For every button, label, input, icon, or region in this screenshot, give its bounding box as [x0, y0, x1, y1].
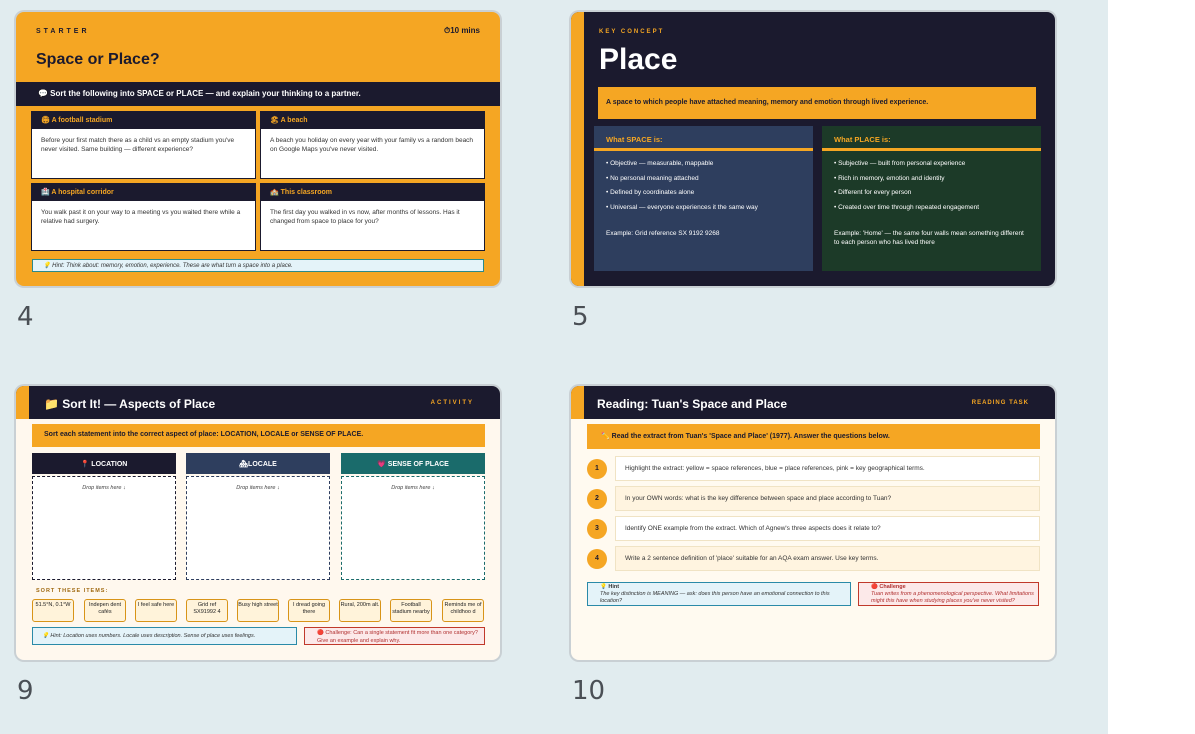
- card-body: The first day you walked in vs now, afte…: [270, 209, 460, 225]
- column-heading: What PLACE is:: [822, 126, 1041, 151]
- question-row: 1 Highlight the extract: yellow = space …: [587, 456, 1040, 481]
- list-item: • Rich in memory, emotion and identity: [834, 174, 945, 182]
- challenge-box: 🔴 Challenge: Can a single statement fit …: [304, 627, 485, 645]
- scenario-cards: 🏟 A football stadium Before your first m…: [31, 111, 485, 251]
- card-title: 🏖 A beach: [261, 112, 484, 129]
- slide-title: Place: [599, 43, 678, 76]
- bullet-list: • Subjective — built from personal exper…: [822, 151, 1041, 215]
- sort-item-chip[interactable]: I feel safe here: [135, 599, 177, 622]
- bin-heading: 📍 LOCATION: [32, 453, 176, 474]
- sort-item-chip[interactable]: I dread going there: [288, 599, 330, 622]
- example-text: Example: 'Home' — the same four walls me…: [834, 230, 1024, 246]
- card-title: 🏫 This classroom: [261, 184, 484, 201]
- place-column: What PLACE is: • Subjective — built from…: [822, 126, 1041, 271]
- timer-badge: ⏱10 mins: [443, 26, 480, 35]
- question-text: Write a 2 sentence definition of 'place'…: [615, 546, 1040, 571]
- sort-item-chip[interactable]: Reminds me of childhoo d: [442, 599, 484, 622]
- slide-title: Reading: Tuan's Space and Place: [597, 397, 788, 411]
- question-row: 4 Write a 2 sentence definition of 'plac…: [587, 546, 1040, 571]
- slide-thumbnail-10[interactable]: Reading: Tuan's Space and Place READING …: [571, 386, 1055, 660]
- slide-label: READING TASK: [971, 400, 1029, 406]
- accent-stripe: [571, 386, 584, 419]
- slide-number: 5: [572, 302, 589, 332]
- sort-item-chip[interactable]: Football stadium nearby: [390, 599, 432, 622]
- scenario-card: 🏟 A football stadium Before your first m…: [31, 111, 256, 179]
- drop-zone[interactable]: Drop items here ↓: [186, 476, 330, 580]
- sort-item-chip[interactable]: 51.5°N, 0.1°W: [32, 599, 74, 622]
- sort-item-chip[interactable]: Rural, 200m alt.: [339, 599, 381, 622]
- bin-heading: 🏘LOCALE: [186, 453, 330, 474]
- scenario-card: 🏥 A hospital corridor You walk past it o…: [31, 183, 256, 251]
- drop-zone[interactable]: Drop items here ↓: [341, 476, 485, 580]
- slide-label: ACTIVITY: [430, 400, 474, 406]
- list-item: • Subjective — built from personal exper…: [834, 160, 966, 167]
- instruction-banner: Sort each statement into the correct asp…: [32, 424, 485, 447]
- card-body: Before your first match there as a child…: [41, 137, 235, 153]
- list-item: • Created over time through repeated eng…: [834, 203, 980, 211]
- question-number: 3: [587, 519, 607, 539]
- accent-stripe: [571, 12, 584, 286]
- list-item: • Universal — everyone experiences it th…: [606, 203, 758, 211]
- card-title: 🏟 A football stadium: [32, 112, 255, 129]
- column-heading: What SPACE is:: [594, 126, 813, 151]
- accent-stripe: [16, 386, 29, 419]
- slide-label: STARTER: [36, 28, 90, 35]
- sort-item-chip[interactable]: Busy high street: [237, 599, 279, 622]
- slide-thumbnail-5[interactable]: KEY CONCEPT Place A space to which peopl…: [571, 12, 1055, 286]
- hint-label: 💡 Hint: [600, 584, 620, 590]
- challenge-box: 🔴 Challenge Tuan writes from a phenomeno…: [858, 582, 1039, 606]
- bullet-list: • Objective — measurable, mappable • No …: [594, 151, 813, 215]
- list-item: • No personal meaning attached: [606, 174, 699, 182]
- card-body: You walk past it on your way to a meetin…: [41, 209, 241, 225]
- question-number: 1: [587, 459, 607, 479]
- hint-box: 💡 Hint: Location uses numbers. Locale us…: [32, 627, 297, 645]
- bin-heading: 💗 SENSE OF PLACE: [341, 453, 485, 474]
- drop-bin-sense-of-place: 💗 SENSE OF PLACE Drop items here ↓: [341, 453, 485, 580]
- slide-number: 10: [572, 676, 606, 706]
- scenario-card: 🏖 A beach A beach you holiday on every y…: [260, 111, 485, 179]
- drop-zone[interactable]: Drop items here ↓: [32, 476, 176, 580]
- question-number: 2: [587, 489, 607, 509]
- slide-title: Space or Place?: [36, 51, 160, 68]
- challenge-text: Tuan writes from a phenomenological pers…: [871, 591, 1034, 604]
- slide-thumbnail-4[interactable]: STARTER ⏱10 mins Space or Place? 💬 Sort …: [16, 12, 500, 286]
- list-item: • Defined by coordinates alone: [606, 189, 695, 196]
- question-row: 3 Identify ONE example from the extract.…: [587, 516, 1040, 541]
- card-title: 🏥 A hospital corridor: [32, 184, 255, 201]
- card-body: A beach you holiday on every year with y…: [270, 137, 474, 153]
- slide-number: 4: [17, 302, 34, 332]
- definition-box: A space to which people have attached me…: [598, 87, 1036, 119]
- challenge-label: 🔴 Challenge: [871, 584, 906, 590]
- space-column: What SPACE is: • Objective — measurable,…: [594, 126, 813, 271]
- sort-item-chip[interactable]: Indepen dent cafés: [84, 599, 126, 622]
- drop-bin-location: 📍 LOCATION Drop items here ↓: [32, 453, 176, 580]
- question-number: 4: [587, 549, 607, 569]
- sort-item-chip[interactable]: Grid ref SX91992 4: [186, 599, 228, 622]
- items-label: SORT THESE ITEMS:: [36, 588, 109, 594]
- slide-label: KEY CONCEPT: [599, 29, 665, 35]
- question-text: In your OWN words: what is the key diffe…: [615, 486, 1040, 511]
- example-text: Example: Grid reference SX 9192 9268: [606, 230, 720, 237]
- hint-box: 💡 Hint The key distinction is MEANING — …: [587, 582, 851, 606]
- question-text: Highlight the extract: yellow = space re…: [615, 456, 1040, 481]
- drop-bin-locale: 🏘LOCALE Drop items here ↓: [186, 453, 330, 580]
- slide-thumbnail-9[interactable]: 📁 Sort It! — Aspects of Place ACTIVITY S…: [16, 386, 500, 660]
- instruction-banner: ✏️ Read the extract from Tuan's 'Space a…: [587, 424, 1040, 449]
- slide-number: 9: [17, 676, 34, 706]
- scenario-card: 🏫 This classroom The first day you walke…: [260, 183, 485, 251]
- instruction-banner: 💬 Sort the following into SPACE or PLACE…: [16, 82, 500, 106]
- slide-title: 📁 Sort It! — Aspects of Place: [44, 397, 216, 411]
- question-row: 2 In your OWN words: what is the key dif…: [587, 486, 1040, 511]
- hint-box: 💡 Hint: Think about: memory, emotion, ex…: [32, 259, 484, 272]
- hint-text: The key distinction is MEANING — ask: do…: [600, 591, 830, 604]
- list-item: • Different for every person: [834, 189, 912, 196]
- question-text: Identify ONE example from the extract. W…: [615, 516, 1040, 541]
- list-item: • Objective — measurable, mappable: [606, 160, 714, 167]
